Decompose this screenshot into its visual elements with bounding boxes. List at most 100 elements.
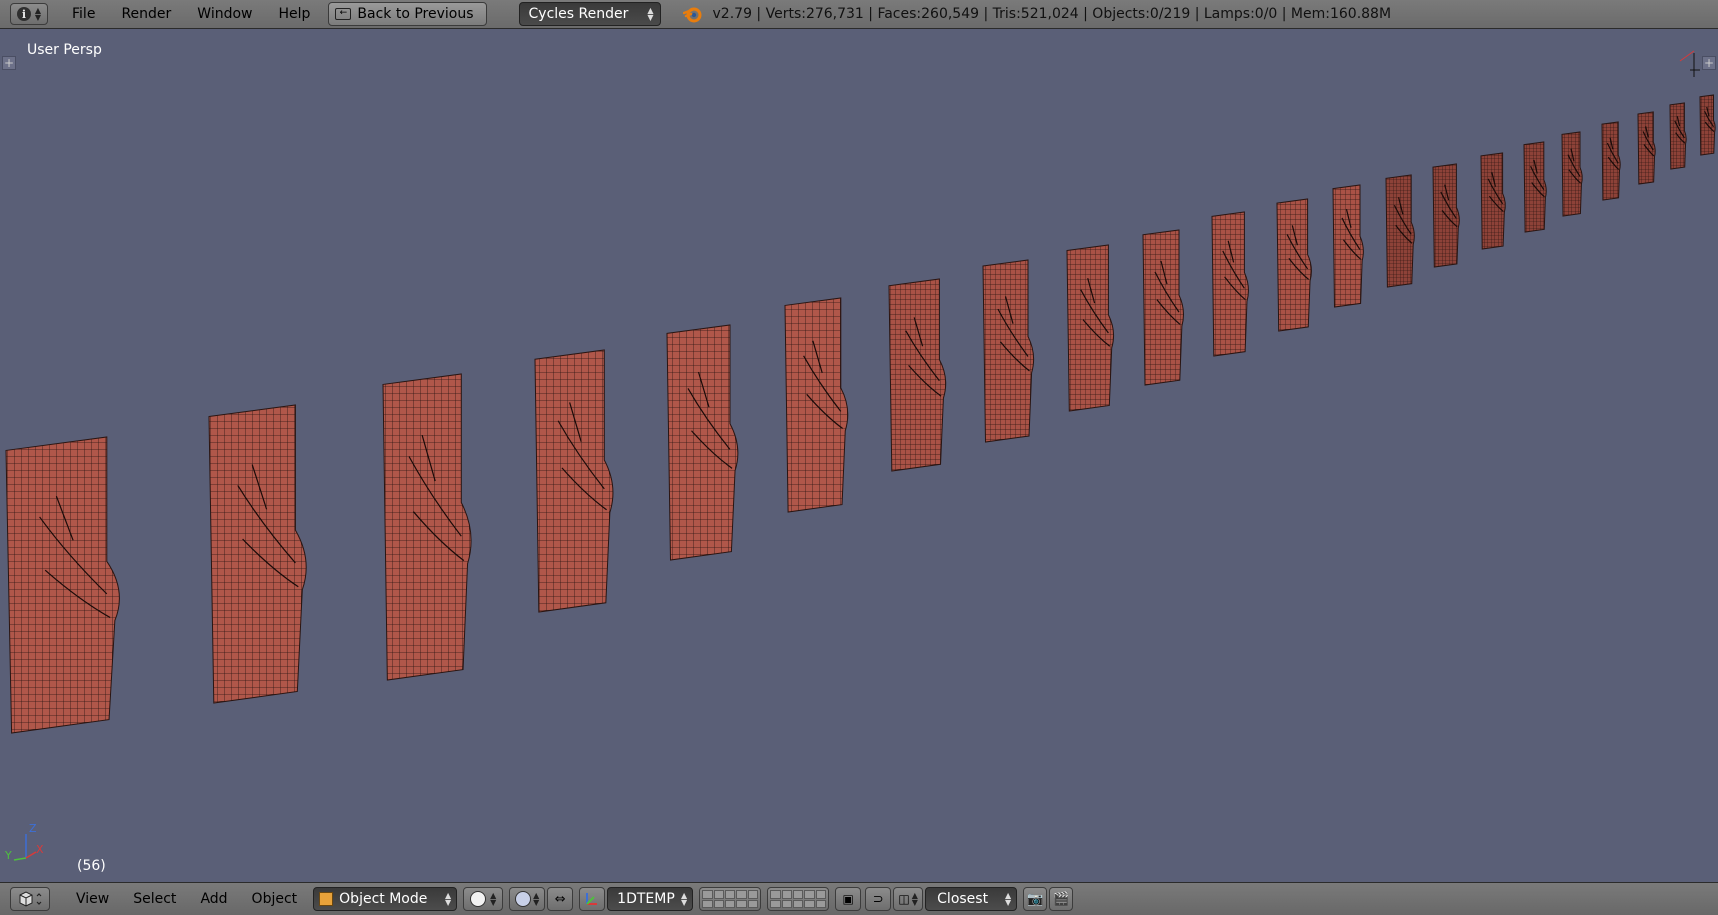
layer-button[interactable] (804, 890, 815, 899)
editor-type-button[interactable] (10, 887, 50, 911)
updown-arrows-icon: ▲ ▼ (1005, 891, 1012, 907)
render-engine-select[interactable]: Cycles Render ▲ ▼ (518, 2, 661, 26)
menu-render[interactable]: Render (111, 0, 187, 29)
menu-help[interactable]: Help (268, 0, 326, 29)
layer-button[interactable] (702, 890, 713, 899)
mesh-panel[interactable] (1142, 229, 1184, 386)
axis-y-label: Y (4, 849, 12, 862)
pivot-icon (515, 891, 532, 907)
layer-button[interactable] (792, 899, 804, 908)
layer-button[interactable] (702, 899, 713, 908)
layer-lock-icon: ▣ (842, 892, 854, 906)
mesh-panel[interactable] (784, 297, 849, 513)
snap-target-value: Closest (937, 891, 989, 907)
info-icon: i (16, 7, 31, 21)
mesh-panel[interactable] (534, 349, 614, 613)
back-to-previous-label: Back to Previous (357, 6, 474, 22)
layer-button[interactable] (724, 890, 736, 899)
render-engine-value: Cycles Render (528, 6, 629, 22)
menu-file[interactable]: File (62, 0, 111, 29)
layer-button[interactable] (770, 890, 781, 899)
menu-add[interactable]: Add (186, 891, 237, 907)
lock-camera-layers-button[interactable]: ▣ (835, 887, 862, 911)
viewport-header: View Select Add Object Object Mode ▲ ▼ ▲ ▼… (0, 882, 1718, 915)
scene-layers-grid-1[interactable] (699, 887, 762, 911)
axis-x-label: X (36, 843, 44, 856)
clapperboard-icon: 🎬 (1053, 891, 1070, 907)
axis-gizmo: Z Y X (4, 822, 44, 862)
snap-target-select[interactable]: Closest ▲ ▼ (925, 887, 1018, 911)
scene-layers-grid-2[interactable] (767, 887, 830, 911)
layer-button[interactable] (747, 890, 759, 899)
layer-button[interactable] (713, 899, 724, 908)
layer-button[interactable] (781, 890, 792, 899)
current-frame-label: (56) (77, 858, 106, 874)
mesh-panel[interactable] (1385, 174, 1415, 288)
layer-button[interactable] (736, 890, 747, 899)
object-mode-icon (319, 892, 334, 906)
mesh-panel[interactable] (1332, 184, 1364, 308)
mesh-panel[interactable] (1211, 211, 1249, 357)
manipulator-toggle[interactable]: ⇔ (547, 887, 574, 911)
3d-cursor-icon (1679, 50, 1700, 77)
mesh-panel[interactable] (666, 324, 739, 561)
top-header: i ▲ ▼ File Render Window Help ← Back to P… (0, 0, 1718, 29)
snap-element-select[interactable]: ◫ ▲ ▼ (893, 887, 924, 911)
interaction-mode-value: Object Mode (339, 891, 428, 907)
transform-orientation-select[interactable]: 1DTEMP ▲ ▼ (607, 887, 694, 911)
layer-button[interactable] (781, 899, 792, 908)
mesh-panel[interactable] (5, 436, 120, 734)
back-arrow-icon: ← (335, 8, 352, 20)
transform-orientation-value: 1DTEMP (617, 891, 675, 907)
snap-toggle[interactable]: ⊃ (865, 887, 892, 911)
layer-button[interactable] (770, 899, 781, 908)
camera-icon: 📷 (1027, 891, 1044, 907)
mesh-panel[interactable] (1601, 121, 1621, 201)
mesh-panel[interactable] (1432, 163, 1460, 268)
blender-logo-icon (682, 4, 703, 24)
updown-arrows-icon: ▲ ▼ (533, 891, 540, 907)
mesh-panel[interactable] (888, 278, 947, 472)
updown-arrows-icon: ▲ ▼ (445, 891, 452, 907)
menu-view[interactable]: View (66, 891, 119, 907)
mesh-panel[interactable] (1480, 152, 1506, 250)
updown-arrows-icon: ▲ ▼ (34, 6, 42, 22)
info-editor-type-button[interactable]: i ▲ ▼ (10, 3, 48, 25)
magnet-icon: ⊃ (872, 891, 884, 907)
viewport-shading-select[interactable]: ▲ ▼ (463, 887, 504, 911)
opengl-render-image-button[interactable]: 📷 (1023, 887, 1048, 911)
manipulator-icon: ⇔ (554, 891, 566, 907)
mesh-panel[interactable] (1561, 131, 1583, 217)
layer-button[interactable] (736, 899, 747, 908)
updown-arrows-icon: ▲ ▼ (647, 6, 654, 22)
mesh-panel[interactable] (1066, 244, 1115, 412)
back-to-previous-button[interactable]: ← Back to Previous (328, 2, 487, 26)
mesh-panel[interactable] (382, 373, 472, 681)
snap-element-icon: ◫ (898, 892, 910, 906)
mesh-panel[interactable] (1669, 102, 1687, 170)
opengl-render-animation-button[interactable]: 🎬 (1049, 887, 1074, 911)
transform-manipulator-button[interactable] (579, 887, 606, 911)
layer-button[interactable] (815, 899, 827, 908)
mesh-panels (5, 94, 1716, 734)
layer-button[interactable] (804, 899, 815, 908)
pivot-point-select[interactable]: ▲ ▼ (509, 887, 546, 911)
mesh-array-render: Z Y X (56) (4, 50, 1716, 874)
layer-button[interactable] (792, 890, 804, 899)
menu-select[interactable]: Select (119, 891, 186, 907)
menu-object[interactable]: Object (238, 891, 308, 907)
mesh-panel[interactable] (1523, 141, 1547, 233)
layer-button[interactable] (815, 890, 827, 899)
menu-window[interactable]: Window (187, 0, 268, 29)
mesh-panel[interactable] (982, 259, 1035, 443)
mesh-panel[interactable] (1699, 94, 1716, 156)
layer-button[interactable] (724, 899, 736, 908)
updown-arrows-icon: ▲ ▼ (911, 891, 918, 907)
solid-shading-icon (470, 891, 487, 907)
mesh-panel[interactable] (1276, 198, 1312, 332)
mesh-panel[interactable] (1637, 111, 1656, 185)
interaction-mode-select[interactable]: Object Mode ▲ ▼ (313, 887, 458, 911)
layer-button[interactable] (713, 890, 724, 899)
layer-button[interactable] (747, 899, 759, 908)
mesh-panel[interactable] (208, 404, 307, 704)
